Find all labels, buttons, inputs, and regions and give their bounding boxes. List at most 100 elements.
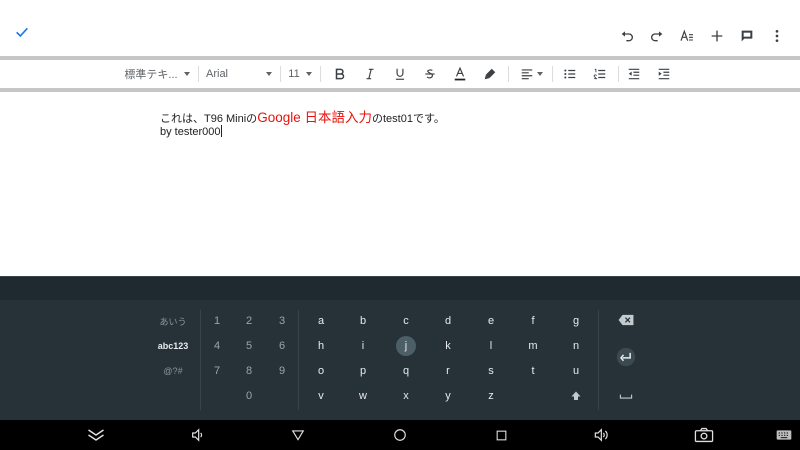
key-t[interactable]: t — [518, 361, 548, 381]
home-icon[interactable] — [390, 426, 410, 444]
line1-tail-text: のtest01です。 — [371, 113, 445, 125]
italic-icon[interactable] — [360, 60, 380, 88]
key-0[interactable]: 0 — [234, 386, 264, 406]
mode-hiragana-key[interactable]: あいう — [151, 311, 195, 331]
numbered-list-icon[interactable] — [590, 60, 610, 88]
bold-icon[interactable] — [330, 60, 350, 88]
key-y[interactable]: y — [433, 386, 463, 406]
key-x[interactable]: x — [391, 386, 421, 406]
key-n[interactable]: n — [561, 336, 591, 356]
key-u[interactable]: u — [561, 361, 591, 381]
increase-indent-icon[interactable] — [654, 60, 674, 88]
screenshot-icon[interactable] — [692, 426, 716, 444]
font-dropdown[interactable]: Arial — [206, 60, 272, 88]
shift-key[interactable] — [561, 386, 591, 406]
key-l[interactable]: l — [476, 336, 506, 356]
text-color-icon[interactable] — [450, 60, 470, 88]
key-f[interactable]: f — [518, 311, 548, 331]
key-2[interactable]: 2 — [234, 311, 264, 331]
decrease-indent-icon[interactable] — [624, 60, 644, 88]
key-z[interactable]: z — [476, 386, 506, 406]
backspace-key[interactable] — [611, 310, 641, 330]
mode-symbol-key[interactable]: @?# — [151, 361, 195, 381]
chevron-down-icon — [266, 72, 272, 76]
comment-icon[interactable] — [732, 24, 762, 48]
app-bar — [0, 0, 800, 56]
key-8[interactable]: 8 — [234, 361, 264, 381]
keyboard-divider — [298, 310, 299, 410]
enter-icon — [616, 347, 636, 367]
font-size-label: 11 — [288, 68, 300, 80]
key-i[interactable]: i — [348, 336, 378, 356]
check-icon[interactable] — [14, 24, 36, 46]
volume-up-icon[interactable] — [592, 426, 612, 444]
document-line-1: これは、T96 MiniのGoogle 日本語入力のtest01です。 — [160, 106, 445, 126]
key-r[interactable]: r — [433, 361, 463, 381]
key-5[interactable]: 5 — [234, 336, 264, 356]
text-cursor — [220, 125, 222, 137]
font-size-dropdown[interactable]: 11 — [286, 60, 314, 88]
mode-alphanumeric-key[interactable]: abc123 — [151, 336, 195, 356]
key-o[interactable]: o — [306, 361, 336, 381]
key-w[interactable]: w — [348, 386, 378, 406]
document-line-2: by tester000 — [160, 125, 222, 138]
redo-icon[interactable] — [642, 24, 672, 48]
key-3[interactable]: 3 — [267, 311, 297, 331]
keyboard-icon[interactable] — [774, 426, 794, 444]
candidate-strip — [0, 276, 800, 300]
key-e[interactable]: e — [476, 311, 506, 331]
key-m[interactable]: m — [518, 336, 548, 356]
bulleted-list-icon[interactable] — [560, 60, 580, 88]
key-s[interactable]: s — [476, 361, 506, 381]
key-7[interactable]: 7 — [202, 361, 232, 381]
key-g[interactable]: g — [561, 311, 591, 331]
align-dropdown[interactable] — [516, 60, 546, 88]
key-j[interactable]: j — [391, 336, 421, 356]
style-label: 標準テキ... — [124, 69, 178, 81]
key-p[interactable]: p — [348, 361, 378, 381]
space-icon — [619, 394, 633, 399]
backspace-icon — [618, 314, 634, 326]
style-dropdown[interactable]: 標準テキ... — [124, 60, 190, 88]
toolbar-divider — [320, 66, 321, 82]
key-h[interactable]: h — [306, 336, 336, 356]
key-b[interactable]: b — [348, 311, 378, 331]
undo-icon[interactable] — [612, 24, 642, 48]
more-vert-icon[interactable] — [762, 24, 792, 48]
key-9[interactable]: 9 — [267, 361, 297, 381]
strikethrough-icon[interactable] — [420, 60, 440, 88]
key-k[interactable]: k — [433, 336, 463, 356]
key-d[interactable]: d — [433, 311, 463, 331]
document-body[interactable]: これは、T96 MiniのGoogle 日本語入力のtest01です。 by t… — [0, 92, 800, 276]
align-left-icon — [521, 69, 532, 80]
line2-text: by tester000 — [160, 126, 221, 138]
text-format-icon[interactable] — [672, 24, 702, 48]
key-a[interactable]: a — [306, 311, 336, 331]
toolbar-divider — [552, 66, 553, 82]
keyboard-divider — [598, 310, 599, 410]
key-c[interactable]: c — [391, 311, 421, 331]
shift-icon — [571, 391, 581, 400]
space-key[interactable] — [611, 386, 641, 406]
key-q[interactable]: q — [391, 361, 421, 381]
key-6[interactable]: 6 — [267, 336, 297, 356]
underline-icon[interactable] — [390, 60, 410, 88]
enter-key[interactable] — [611, 347, 641, 367]
add-icon[interactable] — [702, 24, 732, 48]
key-1[interactable]: 1 — [202, 311, 232, 331]
back-icon[interactable] — [288, 426, 308, 444]
highlight-icon[interactable] — [480, 60, 500, 88]
chevron-down-icon — [536, 72, 543, 76]
line1-text: これは、T96 Miniの — [160, 113, 258, 125]
app-bar-actions — [612, 24, 792, 48]
recents-icon[interactable] — [491, 426, 511, 444]
key-v[interactable]: v — [306, 386, 336, 406]
system-nav-bar — [0, 420, 800, 450]
toolbar-divider — [508, 66, 509, 82]
volume-down-icon[interactable] — [188, 426, 208, 444]
hide-keyboard-icon[interactable] — [86, 426, 106, 444]
line1-red-text: Google 日本語入力 — [257, 110, 372, 125]
key-4[interactable]: 4 — [202, 336, 232, 356]
format-toolbar: 標準テキ... Arial 11 — [0, 56, 800, 92]
chevron-down-icon — [183, 72, 190, 76]
